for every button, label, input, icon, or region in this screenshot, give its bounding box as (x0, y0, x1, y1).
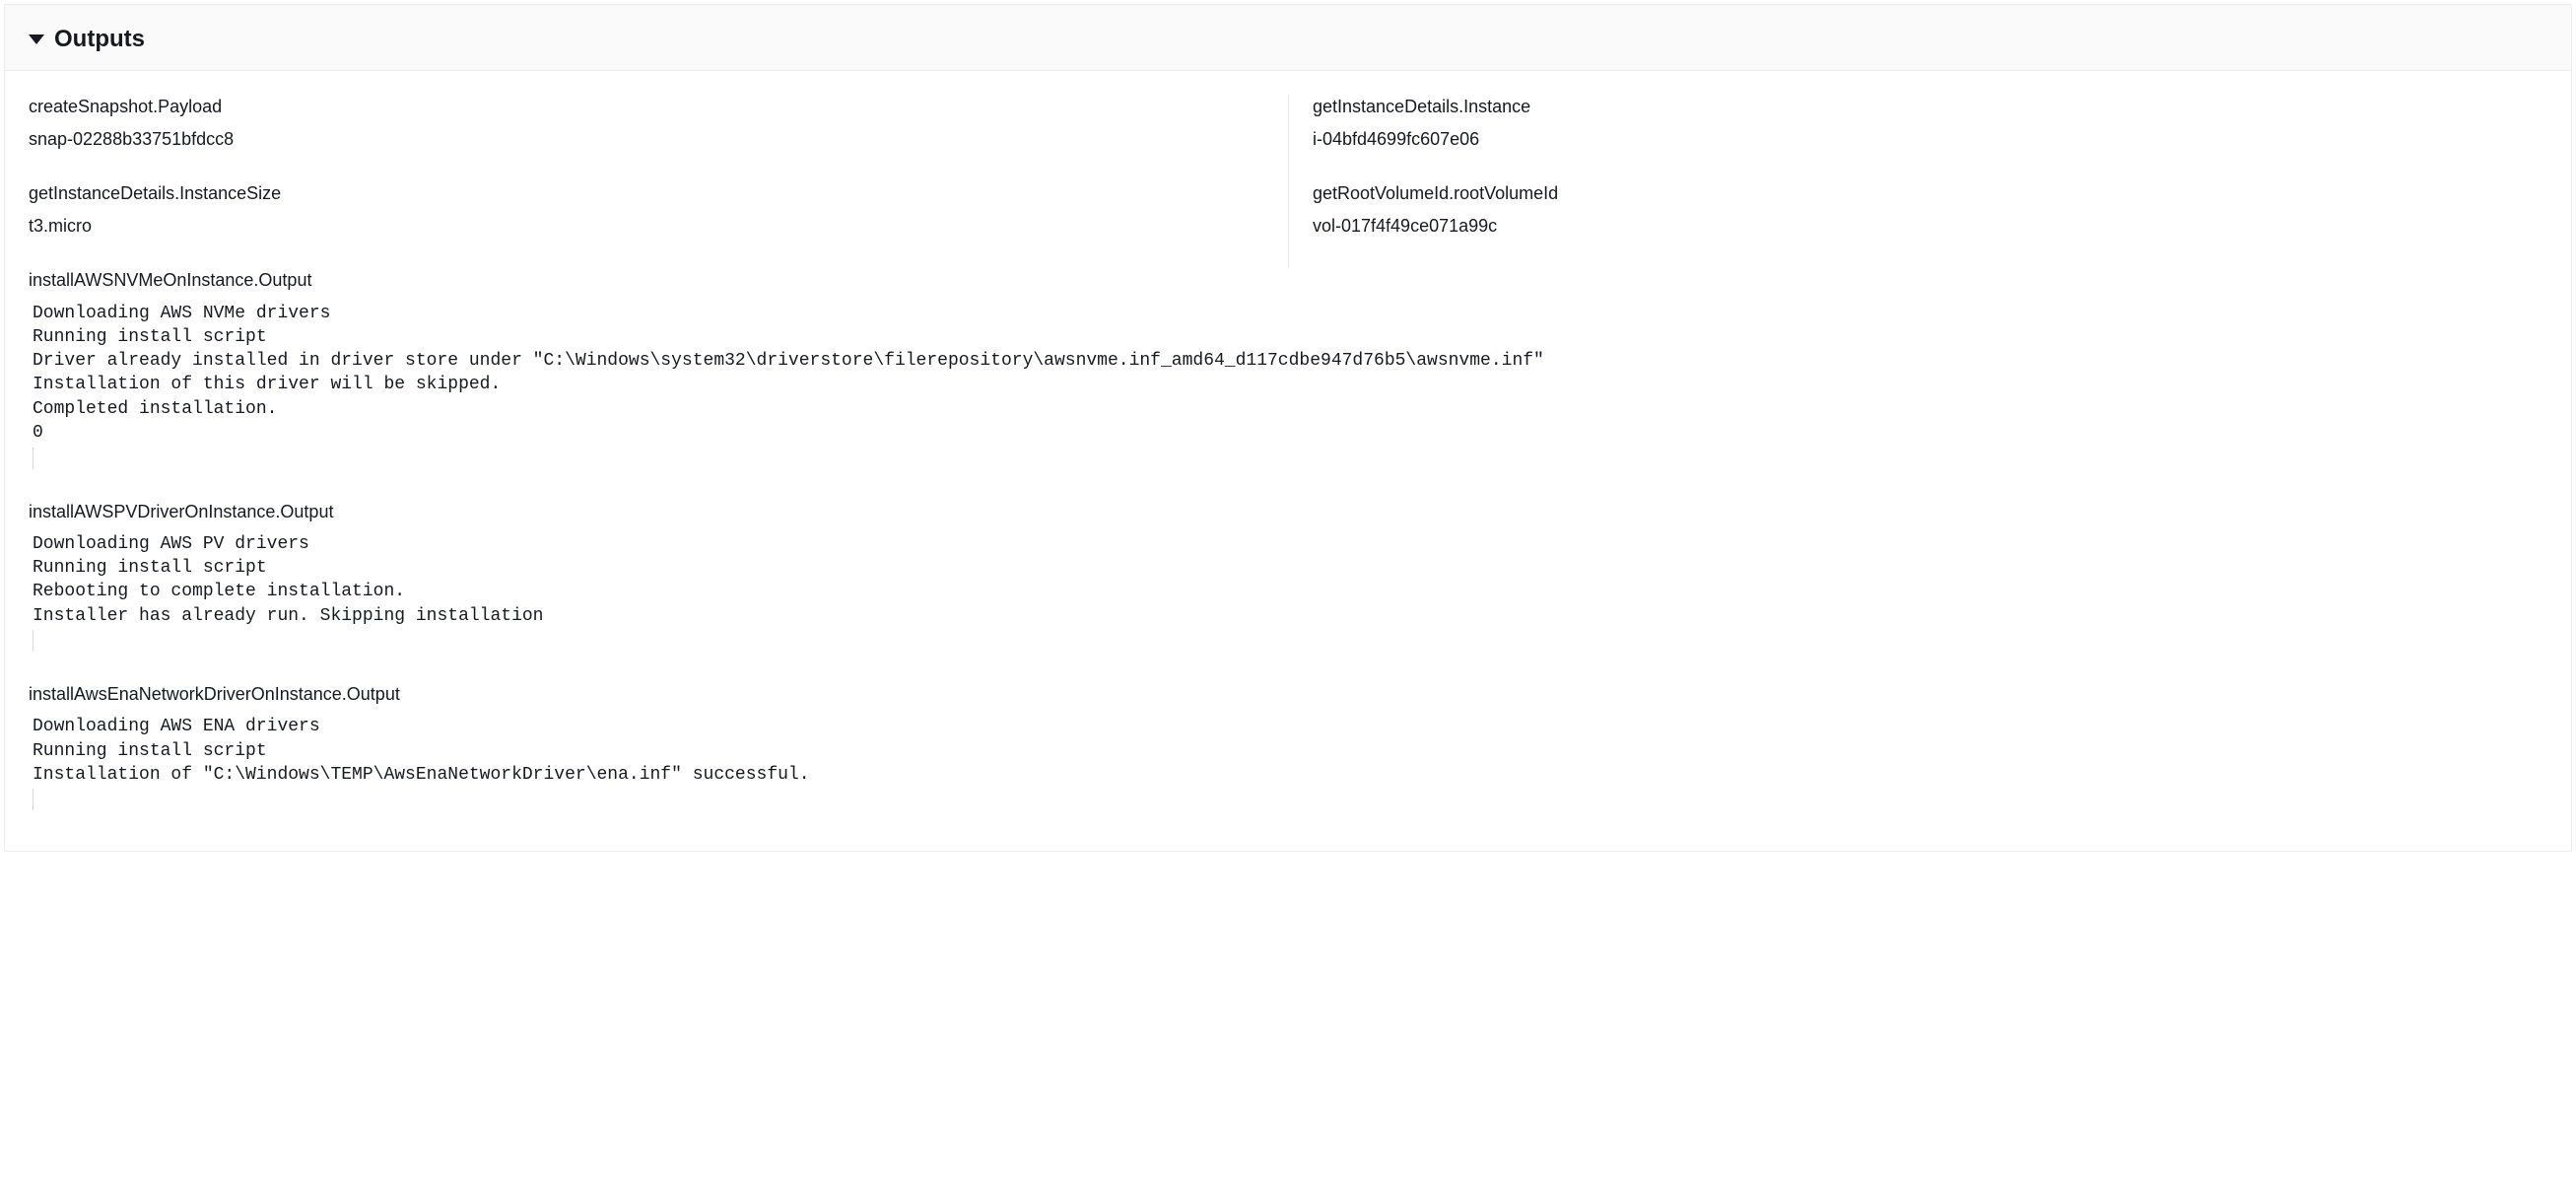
collapse-triangle-icon (29, 35, 44, 44)
kv-value: snap-02288b33751bfdcc8 (29, 127, 1264, 152)
text-caret-icon (33, 630, 34, 652)
kv-instance-id: getInstanceDetails.Instance i-04bfd4699f… (1313, 95, 2547, 152)
kv-root-volume-id: getRootVolumeId.rootVolumeId vol-017f4f4… (1313, 181, 2547, 239)
block-output-text: Downloading AWS ENA drivers Running inst… (29, 715, 2547, 787)
kv-label: getInstanceDetails.InstanceSize (29, 181, 1264, 206)
kv-col-left: createSnapshot.Payload snap-02288b33751b… (29, 95, 1288, 269)
text-caret-icon (33, 789, 34, 810)
block-install-aws-ena: installAwsEnaNetworkDriverOnInstance.Out… (29, 682, 2547, 811)
outputs-panel-header[interactable]: Outputs (5, 5, 2571, 71)
kv-label: createSnapshot.Payload (29, 95, 1264, 119)
kv-label: getInstanceDetails.Instance (1313, 95, 2547, 119)
outputs-panel-body: createSnapshot.Payload snap-02288b33751b… (5, 71, 2571, 852)
block-install-aws-pv: installAWSPVDriverOnInstance.Output Down… (29, 500, 2547, 654)
kv-label: getRootVolumeId.rootVolumeId (1313, 181, 2547, 206)
outputs-panel: Outputs createSnapshot.Payload snap-0228… (4, 4, 2572, 852)
block-label: installAWSNVMeOnInstance.Output (29, 268, 2547, 293)
block-label: installAWSPVDriverOnInstance.Output (29, 500, 2547, 524)
block-label: installAwsEnaNetworkDriverOnInstance.Out… (29, 682, 2547, 707)
outputs-kv-grid: createSnapshot.Payload snap-02288b33751b… (29, 95, 2547, 269)
kv-create-snapshot-payload: createSnapshot.Payload snap-02288b33751b… (29, 95, 1264, 152)
outputs-title: Outputs (54, 23, 145, 56)
block-output-text: Downloading AWS NVMe drivers Running ins… (29, 302, 2547, 446)
kv-value: t3.micro (29, 214, 1264, 239)
block-install-aws-nvme: installAWSNVMeOnInstance.Output Download… (29, 268, 2547, 469)
kv-value: vol-017f4f49ce071a99c (1313, 214, 2547, 239)
kv-col-right: getInstanceDetails.Instance i-04bfd4699f… (1288, 95, 2547, 269)
text-caret-icon (33, 448, 34, 469)
block-output-text: Downloading AWS PV drivers Running insta… (29, 532, 2547, 628)
kv-value: i-04bfd4699fc607e06 (1313, 127, 2547, 152)
kv-instance-size: getInstanceDetails.InstanceSize t3.micro (29, 181, 1264, 239)
